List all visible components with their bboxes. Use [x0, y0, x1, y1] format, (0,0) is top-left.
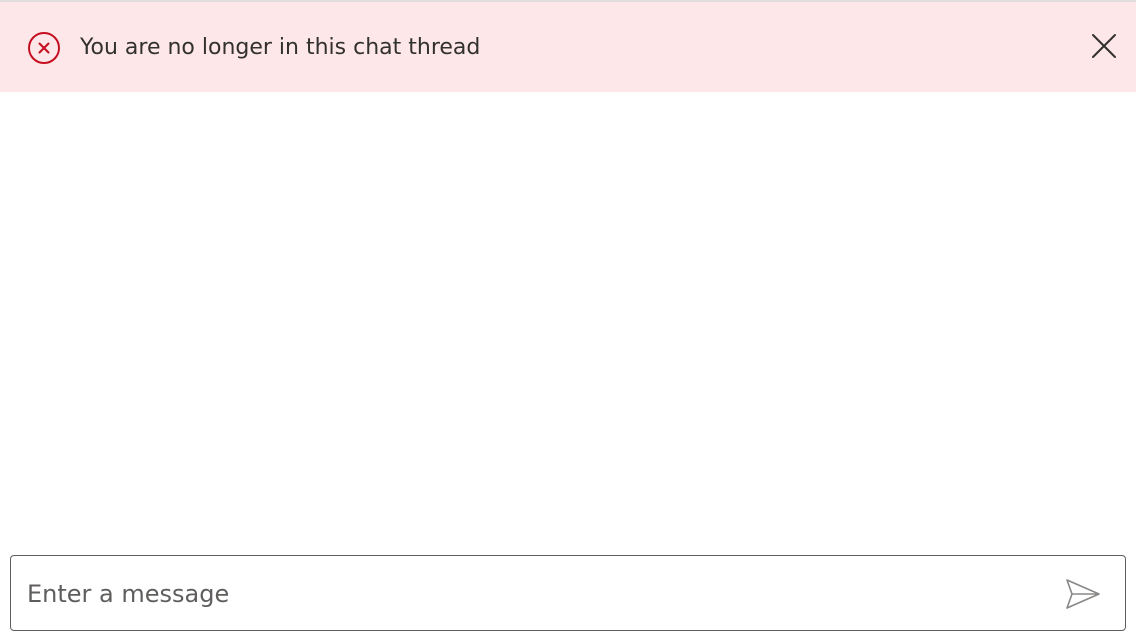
message-input[interactable]: [27, 574, 1027, 614]
message-composer: [10, 555, 1126, 631]
close-icon[interactable]: [1086, 28, 1122, 64]
chat-window: You are no longer in this chat thread: [0, 0, 1136, 640]
send-icon[interactable]: [1063, 575, 1103, 613]
error-banner: You are no longer in this chat thread: [0, 2, 1136, 92]
error-circle-icon: [27, 31, 61, 65]
error-banner-message: You are no longer in this chat thread: [80, 35, 481, 60]
message-thread: [0, 92, 1136, 552]
